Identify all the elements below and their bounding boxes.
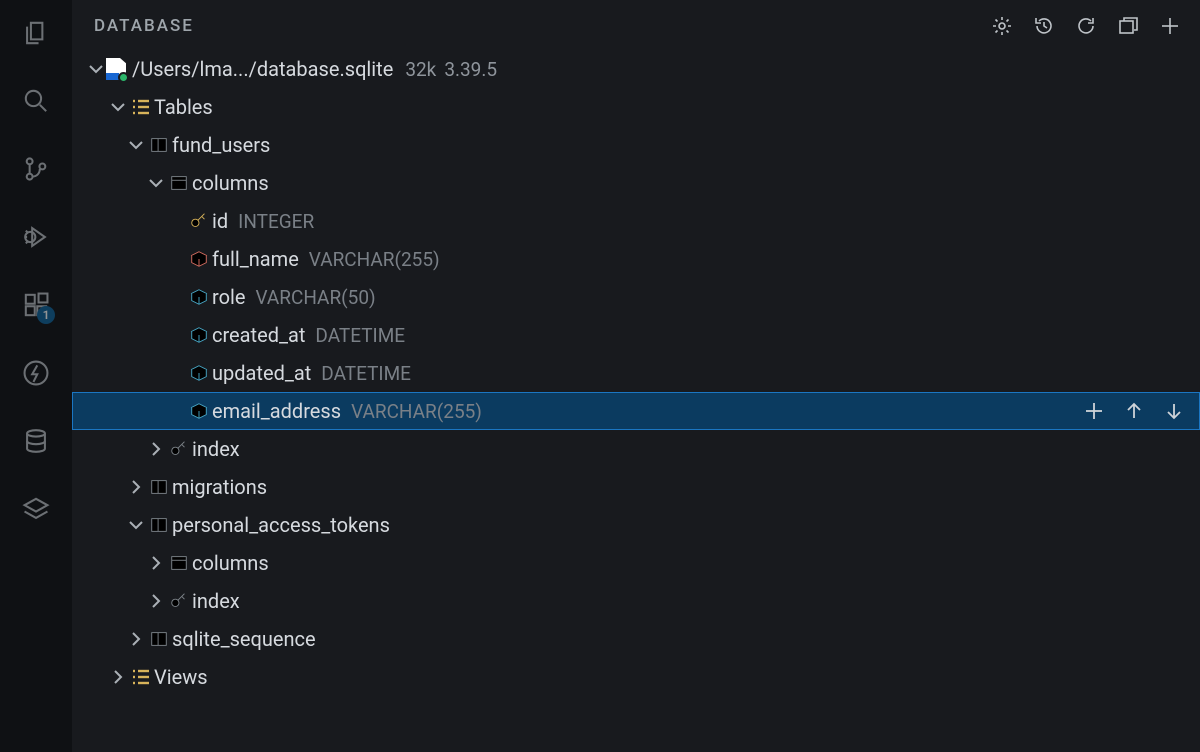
tree-label: Views bbox=[154, 665, 208, 689]
database-file-icon bbox=[106, 58, 132, 80]
activity-thunder[interactable] bbox=[15, 352, 57, 394]
list-icon bbox=[128, 96, 154, 118]
tree-label: fund_users bbox=[172, 133, 270, 157]
tree-column-id[interactable]: id INTEGER bbox=[72, 202, 1200, 240]
column-type: VARCHAR(50) bbox=[255, 286, 375, 309]
key-icon bbox=[186, 211, 212, 231]
chevron-down-icon bbox=[108, 97, 128, 117]
activity-run-debug[interactable] bbox=[15, 216, 57, 258]
activity-database[interactable] bbox=[15, 420, 57, 462]
chevron-down-icon bbox=[126, 135, 146, 155]
chevron-right-icon bbox=[108, 667, 128, 687]
list-icon bbox=[128, 666, 154, 688]
add-connection-icon[interactable] bbox=[1158, 14, 1182, 38]
activity-extensions[interactable] bbox=[15, 284, 57, 326]
activity-bar bbox=[0, 0, 72, 752]
tree-table-personal_access_tokens[interactable]: personal_access_tokens bbox=[72, 506, 1200, 544]
column-type: VARCHAR(255) bbox=[351, 400, 482, 423]
cube-icon bbox=[186, 249, 212, 269]
tree-connection[interactable]: /Users/lma.../database.sqlite 32k 3.39.5 bbox=[72, 50, 1200, 88]
connection-version: 3.39.5 bbox=[444, 58, 497, 81]
chevron-down-icon bbox=[86, 59, 106, 79]
tree-label: migrations bbox=[172, 475, 267, 499]
tree-label: index bbox=[192, 437, 240, 461]
tree-tables[interactable]: Tables bbox=[72, 88, 1200, 126]
column-name: full_name bbox=[212, 247, 299, 271]
tree-label: Tables bbox=[154, 95, 213, 119]
chevron-right-icon bbox=[146, 591, 166, 611]
tree-column-full_name[interactable]: full_name VARCHAR(255) bbox=[72, 240, 1200, 278]
key-icon bbox=[166, 439, 192, 459]
connection-size: 32k bbox=[405, 58, 436, 81]
column-name: role bbox=[212, 285, 245, 309]
table-icon bbox=[146, 135, 172, 155]
tree-table-sqlite_sequence[interactable]: sqlite_sequence bbox=[72, 620, 1200, 658]
history-icon[interactable] bbox=[1032, 14, 1056, 38]
tree-table-migrations[interactable]: migrations bbox=[72, 468, 1200, 506]
column-name: id bbox=[212, 209, 228, 233]
cube-icon bbox=[186, 287, 212, 307]
column-name: email_address bbox=[212, 399, 341, 423]
chevron-down-icon bbox=[126, 515, 146, 535]
activity-explorer[interactable] bbox=[15, 12, 57, 54]
tree-label: columns bbox=[192, 171, 269, 195]
column-name: created_at bbox=[212, 323, 305, 347]
panel-actions bbox=[990, 14, 1182, 38]
tree-column-updated_at[interactable]: updated_at DATETIME bbox=[72, 354, 1200, 392]
move-up-icon[interactable] bbox=[1122, 399, 1146, 423]
activity-source-control[interactable] bbox=[15, 148, 57, 190]
move-down-icon[interactable] bbox=[1162, 399, 1186, 423]
database-panel: DATABASE /Users/lma.../database.sqlite 3… bbox=[72, 0, 1200, 752]
table-icon bbox=[146, 477, 172, 497]
panel-header: DATABASE bbox=[72, 0, 1200, 48]
tree-label: sqlite_sequence bbox=[172, 627, 316, 651]
tree-column-email_address[interactable]: email_address VARCHAR(255) bbox=[72, 392, 1200, 430]
window-icon bbox=[166, 173, 192, 193]
tree-column-role[interactable]: role VARCHAR(50) bbox=[72, 278, 1200, 316]
column-type: DATETIME bbox=[315, 324, 405, 347]
connection-tree: /Users/lma.../database.sqlite 32k 3.39.5… bbox=[72, 48, 1200, 696]
new-window-icon[interactable] bbox=[1116, 14, 1140, 38]
cube-icon bbox=[186, 325, 212, 345]
column-type: VARCHAR(255) bbox=[309, 248, 440, 271]
tree-label: columns bbox=[192, 551, 269, 575]
table-icon bbox=[146, 515, 172, 535]
column-type: INTEGER bbox=[238, 210, 314, 233]
chevron-right-icon bbox=[126, 477, 146, 497]
tree-column-created_at[interactable]: created_at DATETIME bbox=[72, 316, 1200, 354]
tree-index-group[interactable]: index bbox=[72, 582, 1200, 620]
column-name: updated_at bbox=[212, 361, 311, 385]
tree-columns-group[interactable]: columns bbox=[72, 544, 1200, 582]
column-type: DATETIME bbox=[321, 362, 411, 385]
activity-layers[interactable] bbox=[15, 488, 57, 530]
cube-icon bbox=[186, 401, 212, 421]
column-row-actions bbox=[1082, 399, 1186, 423]
add-column-icon[interactable] bbox=[1082, 399, 1106, 423]
window-icon bbox=[166, 553, 192, 573]
chevron-right-icon bbox=[146, 439, 166, 459]
tree-views[interactable]: Views bbox=[72, 658, 1200, 696]
refresh-icon[interactable] bbox=[1074, 14, 1098, 38]
tree-label: index bbox=[192, 589, 240, 613]
tree-table-fund_users[interactable]: fund_users bbox=[72, 126, 1200, 164]
chevron-right-icon bbox=[146, 553, 166, 573]
tree-label: personal_access_tokens bbox=[172, 513, 390, 537]
cube-icon bbox=[186, 363, 212, 383]
tree-index-group[interactable]: index bbox=[72, 430, 1200, 468]
key-icon bbox=[166, 591, 192, 611]
table-icon bbox=[146, 629, 172, 649]
chevron-down-icon bbox=[146, 173, 166, 193]
panel-title: DATABASE bbox=[94, 16, 194, 36]
chevron-right-icon bbox=[126, 629, 146, 649]
activity-search[interactable] bbox=[15, 80, 57, 122]
settings-icon[interactable] bbox=[990, 14, 1014, 38]
connection-path: /Users/lma.../database.sqlite bbox=[132, 57, 393, 81]
tree-columns-group[interactable]: columns bbox=[72, 164, 1200, 202]
